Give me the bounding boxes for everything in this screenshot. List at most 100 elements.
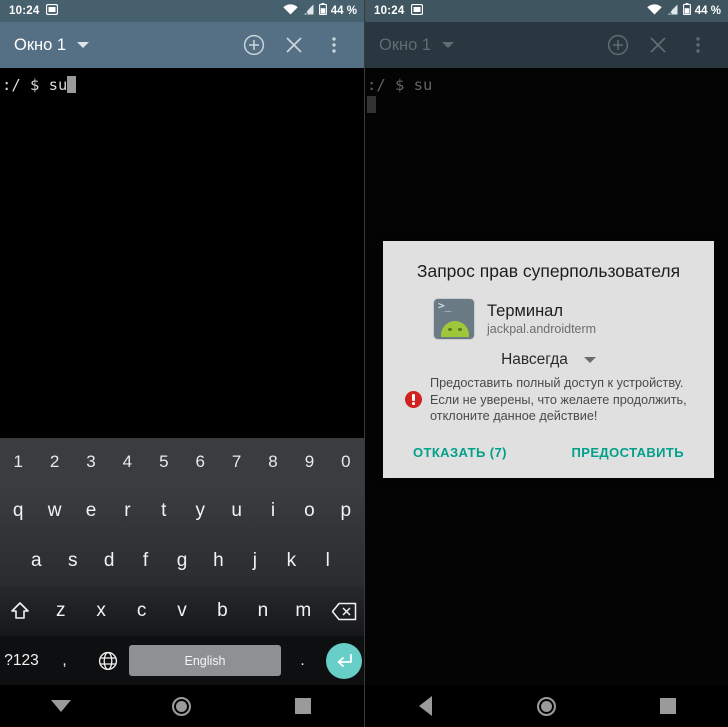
keyboard-row-numbers: 1 2 3 4 5 6 7 8 9 0 — [0, 438, 364, 486]
key-3[interactable]: 3 — [73, 438, 109, 486]
signal-no-service-icon — [302, 2, 315, 20]
key-r[interactable]: r — [109, 486, 145, 536]
app-toolbar: Окно 1 — [0, 22, 364, 68]
key-h[interactable]: h — [200, 536, 236, 586]
keyboard-row-qwerty: q w e r t y u i o p — [0, 486, 364, 536]
close-window-button[interactable] — [274, 25, 314, 65]
home-icon[interactable] — [486, 696, 607, 716]
app-icon-prompt: >_ — [438, 299, 452, 312]
key-6[interactable]: 6 — [182, 438, 218, 486]
android-eye-left — [448, 327, 452, 331]
key-g[interactable]: g — [164, 536, 200, 586]
key-u[interactable]: u — [218, 486, 254, 536]
battery-icon — [318, 2, 327, 20]
dialog-actions: ОТКАЗАТЬ (7) ПРЕДОСТАВИТЬ — [403, 439, 694, 470]
enter-icon — [326, 642, 362, 679]
warning-line-2: Если не уверены, что желаете продолжить, — [430, 392, 687, 407]
android-eye-right — [458, 327, 462, 331]
key-b[interactable]: b — [202, 586, 242, 636]
chevron-down-icon[interactable] — [77, 42, 90, 48]
app-name: Терминал — [487, 301, 563, 320]
key-k[interactable]: k — [273, 536, 309, 586]
recents-icon[interactable] — [607, 698, 728, 714]
android-head-shape — [441, 321, 469, 337]
dialog-title: Запрос прав суперпользователя — [416, 261, 681, 281]
key-y[interactable]: y — [182, 486, 218, 536]
key-e[interactable]: e — [73, 486, 109, 536]
key-j[interactable]: j — [237, 536, 273, 586]
screenshot-icon — [411, 2, 424, 20]
key-z[interactable]: z — [40, 586, 80, 636]
key-x[interactable]: x — [81, 586, 121, 636]
duration-value: Навсегда — [501, 351, 568, 368]
key-9[interactable]: 9 — [291, 438, 327, 486]
key-8[interactable]: 8 — [255, 438, 291, 486]
chevron-down-icon — [583, 357, 596, 363]
key-v[interactable]: v — [162, 586, 202, 636]
warning-line-3: отклоните данное действие! — [430, 409, 598, 423]
keyboard-row-bottom: ?123 , English . — [0, 636, 364, 685]
add-window-button[interactable] — [234, 25, 274, 65]
key-period[interactable]: . — [281, 636, 324, 685]
deny-button[interactable]: ОТКАЗАТЬ (7) — [409, 439, 511, 466]
status-bar: 10:24 44 % — [0, 0, 364, 22]
key-w[interactable]: w — [36, 486, 72, 536]
hide-keyboard-icon[interactable] — [0, 700, 121, 712]
key-2[interactable]: 2 — [36, 438, 72, 486]
key-m[interactable]: m — [283, 586, 323, 636]
key-i[interactable]: i — [255, 486, 291, 536]
dialog-warning-text: Предоставить полный доступ к устройству.… — [430, 375, 687, 425]
key-5[interactable]: 5 — [146, 438, 182, 486]
terminal-line: :/ $ su — [0, 74, 364, 96]
key-l[interactable]: l — [310, 536, 346, 586]
warning-line-1: Предоставить полный доступ к устройству. — [430, 376, 684, 390]
key-q[interactable]: q — [0, 486, 36, 536]
key-o[interactable]: o — [291, 486, 327, 536]
keyboard-row-asdf: a s d f g h j k l — [0, 536, 364, 586]
symbols-key[interactable]: ?123 — [0, 636, 43, 685]
battery-percentage: 44 % — [330, 5, 357, 17]
duration-spinner[interactable]: Навсегда — [403, 351, 694, 369]
back-icon[interactable] — [365, 696, 486, 716]
screenshot-icon — [46, 2, 59, 20]
overflow-menu-button[interactable] — [314, 25, 354, 65]
key-s[interactable]: s — [54, 536, 90, 586]
terminal-text: :/ $ su — [2, 76, 68, 94]
status-bar-clock: 10:24 — [9, 5, 40, 17]
dialog-app-row: >_ Терминал jackpal.androidterm — [403, 298, 694, 340]
wifi-icon — [283, 2, 298, 20]
onscreen-keyboard[interactable]: 1 2 3 4 5 6 7 8 9 0 q w e r t y u i o p … — [0, 438, 364, 685]
backspace-icon[interactable] — [324, 586, 364, 636]
key-d[interactable]: d — [91, 536, 127, 586]
key-a[interactable]: a — [18, 536, 54, 586]
recents-icon[interactable] — [243, 698, 364, 714]
status-bar-left: 10:24 — [374, 2, 424, 20]
key-f[interactable]: f — [127, 536, 163, 586]
key-7[interactable]: 7 — [218, 438, 254, 486]
signal-no-service-icon — [666, 2, 679, 20]
key-4[interactable]: 4 — [109, 438, 145, 486]
home-icon[interactable] — [121, 696, 242, 716]
key-1[interactable]: 1 — [0, 438, 36, 486]
language-globe-icon[interactable] — [86, 636, 129, 685]
dialog-app-text: Терминал jackpal.androidterm — [487, 301, 596, 338]
key-t[interactable]: t — [146, 486, 182, 536]
status-bar-right: 44 % — [647, 2, 721, 20]
shift-icon[interactable] — [0, 586, 40, 636]
keyboard-row-zxcv: z x c v b n m — [0, 586, 364, 636]
dialog-warning: Предоставить полный доступ к устройству.… — [403, 375, 694, 425]
spacebar-key[interactable]: English — [129, 645, 281, 676]
enter-key[interactable] — [324, 642, 364, 679]
status-bar-clock: 10:24 — [374, 5, 405, 17]
key-n[interactable]: n — [243, 586, 283, 636]
status-bar-right: 44 % — [283, 2, 357, 20]
window-title[interactable]: Окно 1 — [14, 36, 66, 55]
key-0[interactable]: 0 — [328, 438, 364, 486]
key-c[interactable]: c — [121, 586, 161, 636]
key-p[interactable]: p — [328, 486, 364, 536]
navigation-bar — [0, 685, 364, 727]
key-comma[interactable]: , — [43, 636, 86, 685]
battery-icon — [682, 2, 691, 20]
status-bar: 10:24 44 % — [365, 0, 728, 22]
grant-button[interactable]: ПРЕДОСТАВИТЬ — [568, 439, 688, 466]
